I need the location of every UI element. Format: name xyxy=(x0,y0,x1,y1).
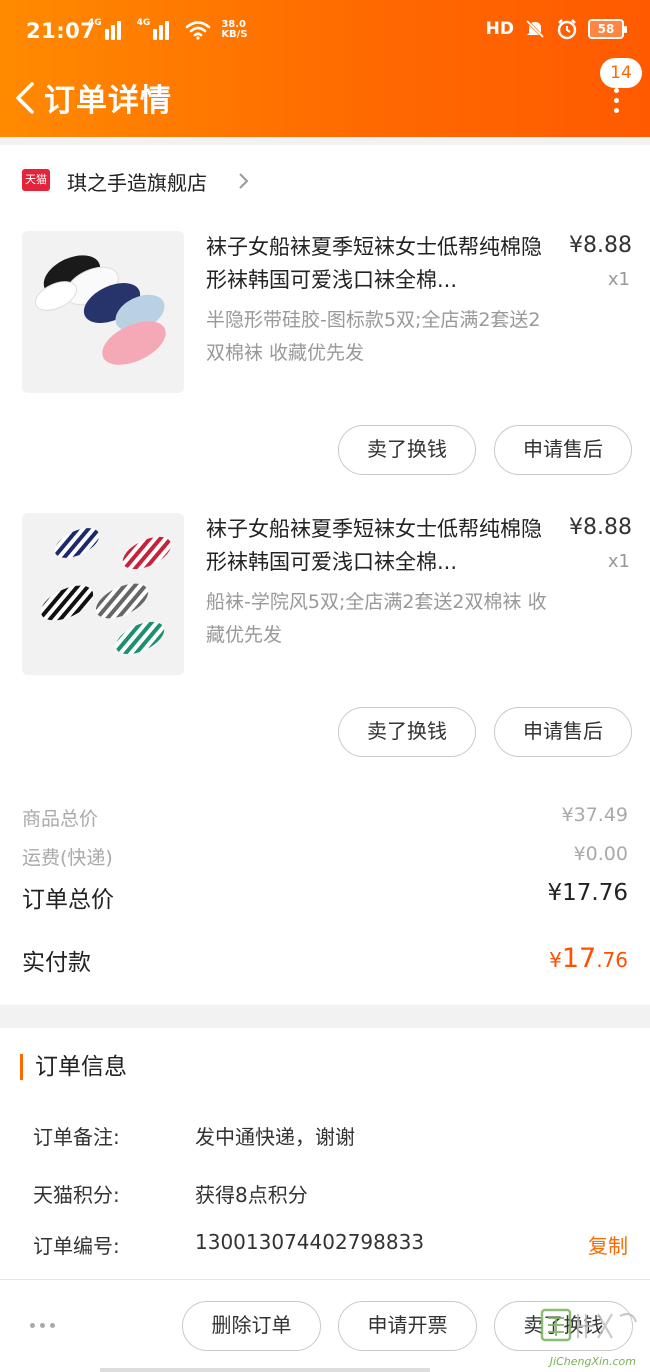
product-title[interactable]: 袜子女船袜夏季短袜女士低帮纯棉隐形袜韩国可爱浅口袜全棉... xyxy=(206,231,546,297)
order-card: 天猫 琪之手造旗舰店 袜子女船袜夏季短袜女士低帮纯棉隐形袜韩国可爱浅口袜全棉..… xyxy=(0,145,650,1005)
product-quantity: x1 xyxy=(607,551,630,572)
copy-button[interactable]: 复制 xyxy=(588,1230,628,1259)
order-item: 袜子女船袜夏季短袜女士低帮纯棉隐形袜韩国可爱浅口袜全棉... 半隐形带硅胶-图标… xyxy=(0,231,650,511)
more-dots-icon[interactable] xyxy=(610,88,622,114)
message-count-badge[interactable]: 14 xyxy=(600,58,642,88)
after-sale-button[interactable]: 申请售后 xyxy=(494,425,632,475)
paid-label: 实付款 xyxy=(22,950,91,976)
wifi-icon xyxy=(186,21,211,40)
nav-bar: 订单详情 xyxy=(0,66,650,137)
battery-icon: 58 xyxy=(588,19,627,39)
product-quantity: x1 xyxy=(607,269,630,290)
shipping-label: 运费(快递) xyxy=(22,847,113,869)
product-price: ¥8.88 xyxy=(569,515,632,540)
system-indicators: HD 58 xyxy=(485,18,627,40)
product-spec: 半隐形带硅胶-图标款5双;全店满2套送2双棉袜 收藏优先发 xyxy=(206,309,541,364)
signal-icon: 4G xyxy=(137,18,176,40)
order-remark-label: 订单备注: xyxy=(33,1125,120,1149)
alarm-icon xyxy=(557,19,577,40)
sell-button[interactable]: 卖了换钱 xyxy=(338,707,476,757)
order-total-value: ¥17.76 xyxy=(547,880,628,906)
order-remark-value: 发中通快递，谢谢 xyxy=(195,1125,355,1149)
product-image[interactable] xyxy=(22,513,184,675)
points-value: 获得8点积分 xyxy=(195,1183,308,1207)
goods-total-value: ¥37.49 xyxy=(561,804,628,826)
watermark-text: JiChengXin.com xyxy=(549,1355,636,1368)
shop-row[interactable]: 天猫 琪之手造旗舰店 xyxy=(0,145,650,215)
product-title[interactable]: 袜子女船袜夏季短袜女士低帮纯棉隐形袜韩国可爱浅口袜全棉... xyxy=(206,513,546,579)
product-image[interactable] xyxy=(22,231,184,393)
product-price: ¥8.88 xyxy=(569,233,632,258)
sell-button[interactable]: 卖了换钱 xyxy=(338,425,476,475)
order-info-heading: 订单信息 xyxy=(20,1054,127,1080)
order-total-label: 订单总价 xyxy=(22,887,114,913)
signal-icon: 4G xyxy=(88,18,127,40)
points-label: 天猫积分: xyxy=(33,1183,120,1207)
bottom-action-bar: 删除订单 申请开票 卖了换钱 JiChengXin.com xyxy=(0,1279,650,1372)
order-number-value: 130013074402798833 xyxy=(195,1230,425,1254)
app-header: 21:07 4G 4G 38.0 KB/S HD 58 订单详情 14 xyxy=(0,0,650,137)
page-title: 订单详情 xyxy=(44,83,172,119)
chevron-right-icon[interactable] xyxy=(236,171,250,191)
home-indicator xyxy=(100,1368,430,1372)
network-indicators: 4G 4G 38.0 KB/S xyxy=(88,18,248,40)
paid-amount: ¥17.76 xyxy=(549,943,628,974)
product-spec: 船袜-学院风5双;全店满2套送2双棉袜 收藏优先发 xyxy=(206,591,547,646)
goods-total-label: 商品总价 xyxy=(22,808,99,830)
order-item: 袜子女船袜夏季短袜女士低帮纯棉隐形袜韩国可爱浅口袜全棉... 船袜-学院风5双;… xyxy=(0,513,650,793)
order-number-label: 订单编号: xyxy=(33,1234,120,1258)
back-arrow-icon[interactable] xyxy=(12,78,42,118)
tmall-badge-icon: 天猫 xyxy=(22,169,50,191)
network-speed: 38.0 KB/S xyxy=(221,19,248,40)
mute-icon xyxy=(525,19,545,39)
hd-indicator: HD xyxy=(485,19,514,39)
shipping-value: ¥0.00 xyxy=(573,843,628,865)
invoice-button[interactable]: 申请开票 xyxy=(338,1301,477,1351)
status-time: 21:07 xyxy=(26,19,96,43)
shop-name[interactable]: 琪之手造旗舰店 xyxy=(67,167,207,196)
after-sale-button[interactable]: 申请售后 xyxy=(494,707,632,757)
more-options-icon[interactable] xyxy=(30,1323,55,1328)
delete-order-button[interactable]: 删除订单 xyxy=(182,1301,321,1351)
status-bar: 21:07 4G 4G 38.0 KB/S HD 58 xyxy=(0,0,650,66)
